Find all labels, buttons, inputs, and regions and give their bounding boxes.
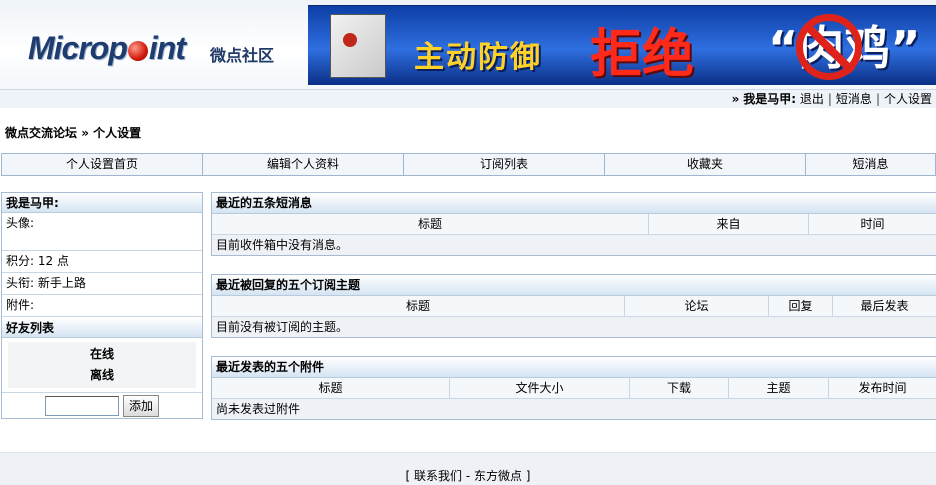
empty-message: 目前收件箱中没有消息。 bbox=[212, 235, 936, 255]
messages-link[interactable]: 短消息 bbox=[836, 92, 872, 106]
rank-value: 头衔: 新手上路 bbox=[2, 273, 202, 295]
add-friend-button[interactable]: 添加 bbox=[122, 394, 159, 417]
recent-subscriptions-section: 最近被回复的五个订阅主题 标题 论坛 回复 最后发表 目前没有被订阅的主题。 bbox=[211, 274, 936, 338]
banner-text-highlight: 拒绝 bbox=[590, 25, 695, 85]
add-friend-row: 添加 bbox=[2, 392, 202, 418]
separator: | bbox=[827, 92, 832, 106]
friends-title: 好友列表 bbox=[2, 318, 202, 338]
table-header: 标题 来自 时间 bbox=[212, 214, 936, 235]
column-from: 来自 bbox=[649, 214, 809, 234]
ad-banner[interactable]: 主动防御 拒绝 “肉鸡” bbox=[308, 5, 936, 85]
empty-message: 目前没有被订阅的主题。 bbox=[212, 317, 936, 337]
table-header: 标题 文件大小 下载 主题 发布时间 bbox=[212, 378, 936, 399]
separator: | bbox=[875, 92, 880, 106]
column-replies: 回复 bbox=[769, 296, 833, 316]
logo-dot-icon bbox=[127, 40, 148, 61]
column-last-post: 最后发表 bbox=[860, 299, 909, 313]
logout-link[interactable]: 退出 bbox=[800, 92, 824, 106]
column-time: 时间 bbox=[860, 217, 885, 231]
column-title: 标题 bbox=[212, 296, 625, 316]
friends-status-box: 在线 离线 bbox=[8, 342, 196, 388]
profile-title: 我是马甲: bbox=[2, 193, 202, 213]
column-downloads: 下载 bbox=[630, 378, 729, 398]
settings-tabs: 个人设置首页 编辑个人资料 订阅列表 收藏夹 短消息 bbox=[1, 153, 936, 176]
column-topic: 主题 bbox=[729, 378, 829, 398]
footer-links[interactable]: [ 联系我们 - 东方微点 ] bbox=[406, 469, 531, 483]
community-name: 微点社区 bbox=[210, 46, 275, 65]
user-bar: » 我是马甲: 退出 | 短消息 | 个人设置 bbox=[0, 90, 936, 108]
column-title: 标题 bbox=[212, 378, 450, 398]
section-title: 最近发表的五个附件 bbox=[212, 357, 936, 378]
breadcrumb-forum-link[interactable]: 微点交流论坛 bbox=[5, 126, 77, 140]
recent-attachments-section: 最近发表的五个附件 标题 文件大小 下载 主题 发布时间 尚未发表过附件 bbox=[211, 356, 936, 420]
points-value: 积分: 12 点 bbox=[2, 251, 202, 273]
empty-message: 尚未发表过附件 bbox=[212, 399, 936, 419]
profile-panel: 我是马甲: 头像: 积分: 12 点 头衔: 新手上路 附件: 好友列表 在线 … bbox=[1, 192, 203, 419]
section-title: 最近的五条短消息 bbox=[212, 193, 936, 214]
column-title: 标题 bbox=[212, 214, 649, 234]
breadcrumb: 微点交流论坛 » 个人设置 bbox=[5, 124, 141, 141]
logo-text: Microp int bbox=[28, 29, 186, 66]
tab-edit-profile[interactable]: 编辑个人资料 bbox=[203, 154, 404, 175]
prohibited-icon bbox=[796, 14, 862, 80]
settings-link[interactable]: 个人设置 bbox=[884, 92, 932, 106]
site-header: Microp int 微点社区 主动防御 拒绝 “肉鸡” bbox=[0, 0, 936, 90]
banner-text-main: 主动防御 bbox=[414, 40, 542, 75]
friends-online-link[interactable]: 在线 bbox=[8, 344, 196, 365]
tab-messages[interactable]: 短消息 bbox=[806, 154, 935, 175]
footer: [ 联系我们 - 东方微点 ] bbox=[0, 452, 936, 485]
recent-messages-section: 最近的五条短消息 标题 来自 时间 目前收件箱中没有消息。 bbox=[211, 192, 936, 256]
breadcrumb-arrow: » bbox=[81, 126, 89, 140]
add-friend-input[interactable] bbox=[44, 395, 119, 416]
product-box-icon bbox=[330, 14, 386, 78]
friends-offline-link[interactable]: 离线 bbox=[8, 365, 196, 386]
column-publish-time: 发布时间 bbox=[858, 381, 907, 395]
table-header: 标题 论坛 回复 最后发表 bbox=[212, 296, 936, 317]
tab-settings-home[interactable]: 个人设置首页 bbox=[2, 154, 203, 175]
userbar-prefix: » bbox=[731, 92, 740, 106]
userbar-username: 我是马甲: bbox=[743, 92, 797, 106]
micropoint-logo[interactable]: Microp int bbox=[28, 28, 186, 68]
friends-panel: 好友列表 在线 离线 添加 bbox=[2, 318, 202, 418]
section-title: 最近被回复的五个订阅主题 bbox=[212, 275, 936, 296]
column-file-size: 文件大小 bbox=[450, 378, 630, 398]
tab-subscriptions[interactable]: 订阅列表 bbox=[404, 154, 605, 175]
column-forum: 论坛 bbox=[625, 296, 769, 316]
attachments-label: 附件: bbox=[2, 295, 202, 317]
tab-favorites[interactable]: 收藏夹 bbox=[605, 154, 806, 175]
breadcrumb-current: 个人设置 bbox=[93, 126, 142, 140]
avatar-label: 头像: bbox=[2, 213, 202, 251]
